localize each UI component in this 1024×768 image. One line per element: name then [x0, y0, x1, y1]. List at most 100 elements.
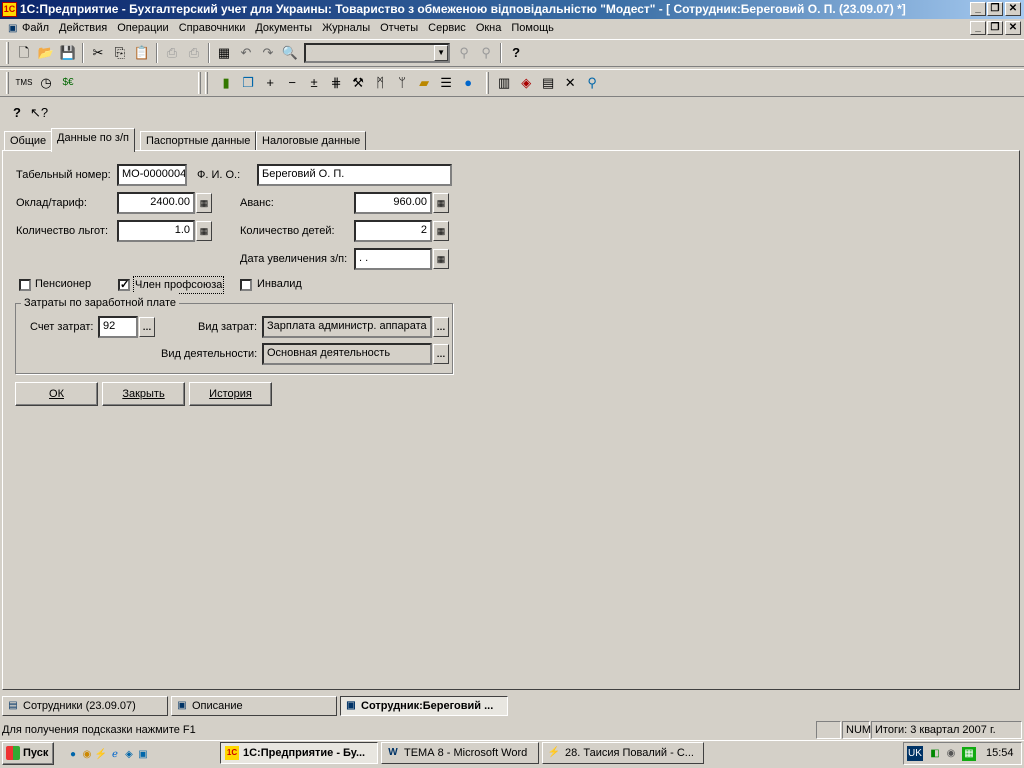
undo-icon[interactable]: ↶	[235, 42, 257, 64]
book-icon[interactable]: ▮	[215, 72, 237, 94]
pensioner-checkbox[interactable]	[19, 279, 31, 291]
task-word[interactable]: W ТЕМА 8 - Microsoft Word	[381, 742, 539, 764]
task-player[interactable]: ⚡ 28. Таисия Повалий - С...	[542, 742, 704, 764]
select-activity-button[interactable]: …	[433, 344, 449, 364]
help-book-icon[interactable]: ?	[6, 102, 28, 124]
tab-num-field[interactable]: МО-0000004	[117, 164, 187, 186]
salary-field[interactable]: 2400.00	[117, 192, 195, 214]
cost-type-field[interactable]: Зарплата администр. аппарата	[262, 316, 432, 338]
help-icon[interactable]: ?	[505, 42, 527, 64]
explorer-icon[interactable]: ●	[66, 748, 80, 762]
raise-date-field[interactable]: . .	[354, 248, 432, 270]
tab-passport[interactable]: Паспортные данные	[140, 131, 257, 151]
advance-field[interactable]: 960.00	[354, 192, 432, 214]
copy-record-icon[interactable]: ❐	[237, 72, 259, 94]
network-icon[interactable]: ◧	[928, 747, 942, 761]
antivirus-icon[interactable]: ▦	[962, 747, 976, 761]
menu-documents[interactable]: Документы	[250, 19, 317, 38]
ie-icon[interactable]: ℯ	[108, 748, 122, 762]
mdi-tab-description[interactable]: ▣ Описание	[171, 696, 337, 716]
mdi-tab-employee[interactable]: ▣ Сотрудник:Береговий ...	[340, 696, 508, 716]
select-cost-type-button[interactable]: …	[433, 317, 449, 337]
disabled-checkbox[interactable]	[240, 279, 252, 291]
redo-icon[interactable]: ↷	[257, 42, 279, 64]
chevron-down-icon[interactable]: ▼	[434, 45, 449, 61]
document-icon[interactable]: ▣	[3, 22, 17, 36]
menu-journals[interactable]: Журналы	[317, 19, 375, 38]
remove-icon[interactable]: −	[281, 72, 303, 94]
paste-icon[interactable]: 📋	[131, 42, 153, 64]
calendar-icon[interactable]: ▦	[433, 249, 449, 269]
activity-field[interactable]: Основная деятельность	[262, 343, 432, 365]
cut-icon[interactable]: ✂	[87, 42, 109, 64]
history-button[interactable]: История	[189, 382, 272, 406]
menu-windows[interactable]: Окна	[471, 19, 507, 38]
menu-reports[interactable]: Отчеты	[375, 19, 423, 38]
child-minimize-button[interactable]: _	[970, 21, 986, 35]
find-icon[interactable]: 🔍	[279, 42, 301, 64]
filter-icon[interactable]: ⚲	[581, 72, 603, 94]
clock-icon[interactable]: ◷	[35, 72, 57, 94]
child-restore-button[interactable]: ❐	[987, 21, 1003, 35]
ok-button[interactable]: ОК	[15, 382, 98, 406]
fio-field[interactable]: Береговий О. П.	[257, 164, 452, 186]
find-next-icon[interactable]: ⚲	[453, 42, 475, 64]
union-checkbox[interactable]: ✓	[118, 279, 130, 291]
currency-icon[interactable]: $€	[57, 72, 79, 94]
tab-general[interactable]: Общие	[4, 131, 53, 151]
list-icon[interactable]: ☰	[435, 72, 457, 94]
volume-icon[interactable]: ◉	[944, 747, 958, 761]
winamp-icon[interactable]: ⚡	[94, 748, 108, 762]
tab-salary[interactable]: Данные по з/п	[51, 128, 135, 152]
language-indicator[interactable]: UK	[907, 746, 923, 761]
chart-icon[interactable]: ▥	[493, 72, 515, 94]
minimize-button[interactable]: _	[970, 2, 986, 16]
select-account-button[interactable]: …	[139, 317, 155, 337]
chrome-icon[interactable]: ◉	[80, 748, 94, 762]
folder-icon[interactable]: ▰	[413, 72, 435, 94]
close-form-button[interactable]: Закрыть	[102, 382, 185, 406]
close-button[interactable]: ✕	[1005, 2, 1021, 16]
calculator-icon[interactable]: ▦	[213, 42, 235, 64]
print-preview-icon[interactable]: ⎙	[183, 42, 205, 64]
journal-icon[interactable]: ◈	[515, 72, 537, 94]
whats-this-icon[interactable]: ↖?	[28, 102, 50, 124]
mark-icon[interactable]: ±	[303, 72, 325, 94]
menu-help[interactable]: Помощь	[506, 19, 559, 38]
menu-actions[interactable]: Действия	[54, 19, 112, 38]
menu-references[interactable]: Справочники	[174, 19, 251, 38]
search-combo[interactable]: ▼	[304, 43, 451, 63]
account-field[interactable]: 92	[98, 316, 138, 338]
calculator-icon[interactable]: ▦	[433, 221, 449, 241]
menu-operations[interactable]: Операции	[112, 19, 173, 38]
tab-tax[interactable]: Налоговые данные	[256, 131, 367, 151]
save-icon[interactable]: 💾	[57, 42, 79, 64]
globe-icon[interactable]: ●	[457, 72, 479, 94]
calculator-icon[interactable]: ▦	[196, 193, 212, 213]
desktop-icon[interactable]: ▣	[136, 748, 150, 762]
mdi-tab-employees[interactable]: ▤ Сотрудники (23.09.07)	[2, 696, 168, 716]
settings-icon[interactable]: ✕	[559, 72, 581, 94]
tool-icon[interactable]: ⚒	[347, 72, 369, 94]
add-icon[interactable]: +	[259, 72, 281, 94]
tms-icon[interactable]: TMS	[13, 72, 35, 94]
menu-file[interactable]: Файл	[17, 19, 54, 38]
table-icon[interactable]: ▤	[537, 72, 559, 94]
new-icon[interactable]: 🗋	[13, 42, 35, 64]
grid-icon[interactable]: ⋕	[325, 72, 347, 94]
print-icon[interactable]: ⎙	[161, 42, 183, 64]
media-icon[interactable]: ◈	[122, 748, 136, 762]
restore-button[interactable]: ❐	[987, 2, 1003, 16]
task-1c[interactable]: 1С 1С:Предприятие - Бу...	[220, 742, 378, 764]
copy-icon[interactable]: ⎘	[109, 42, 131, 64]
children-field[interactable]: 2	[354, 220, 432, 242]
child-close-button[interactable]: ✕	[1005, 21, 1021, 35]
open-icon[interactable]: 📂	[35, 42, 57, 64]
menu-service[interactable]: Сервис	[423, 19, 471, 38]
calculator-icon[interactable]: ▦	[433, 193, 449, 213]
calculator-icon[interactable]: ▦	[196, 221, 212, 241]
tree-down-icon[interactable]: ᛘ	[391, 72, 413, 94]
benefits-field[interactable]: 1.0	[117, 220, 195, 242]
tree-up-icon[interactable]: ᛗ	[369, 72, 391, 94]
find-prev-icon[interactable]: ⚲	[475, 42, 497, 64]
